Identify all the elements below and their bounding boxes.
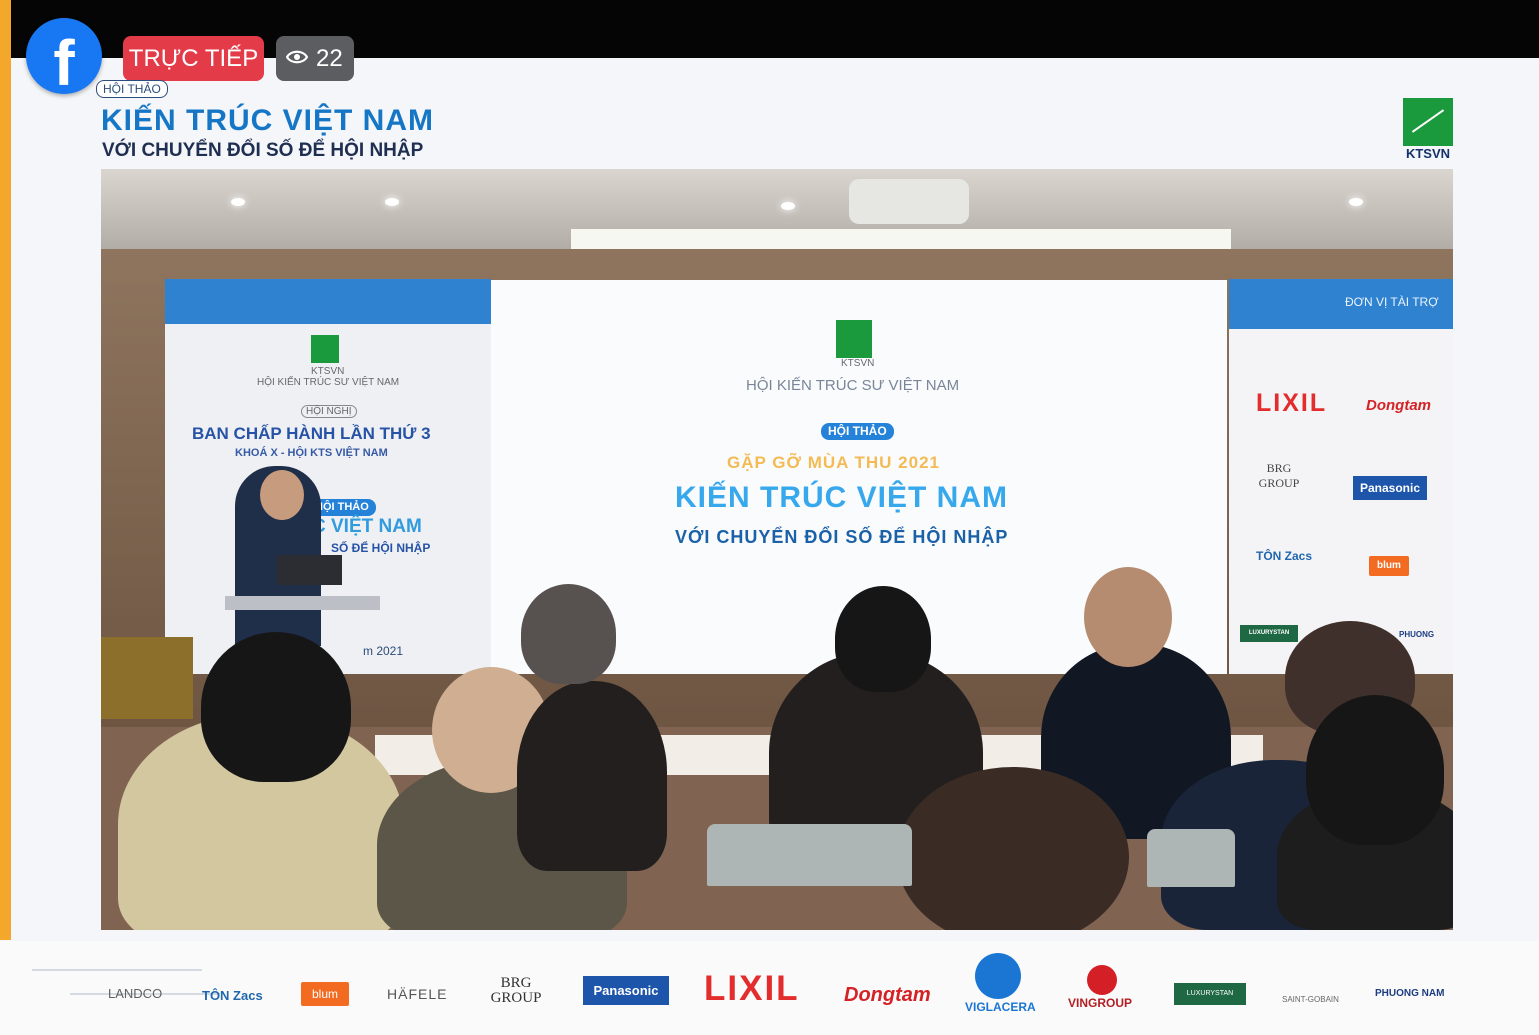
screen-year-title: GẶP GỠ MÙA THU 2021: [727, 453, 940, 472]
ceiling-light: [1349, 198, 1363, 206]
audience-hair: [201, 632, 351, 782]
banner-tag: HỘI NGHỊ: [301, 405, 357, 418]
brg-group-logo: BRG GROUP: [490, 975, 542, 1006]
blum-logo: blum: [301, 982, 349, 1006]
viglacera-logo: VIGLACERA: [965, 1000, 1036, 1014]
screen-logo-icon: [836, 320, 872, 358]
ktsvn-logo: KTSVN: [1403, 98, 1453, 161]
banner-subtitle: KHOÁ X - HỘI KTS VIỆT NAM: [235, 447, 388, 459]
sponsor-header: ĐƠN VỊ TÀI TRỢ: [1345, 295, 1439, 309]
brg-sponsor: BRG GROUP: [1258, 461, 1300, 490]
screen-org: HỘI KIẾN TRÚC SƯ VIỆT NAM: [746, 377, 960, 394]
ton-zacs-sponsor: TÔN Zacs: [1256, 549, 1313, 563]
dongtam-sponsor: Dongtam: [1366, 397, 1431, 414]
audience-hair: [1306, 695, 1444, 845]
event-title: KIẾN TRÚC VIỆT NAM: [101, 104, 434, 137]
projector: [849, 179, 969, 224]
banner-logo-text: KTSVN: [311, 366, 345, 377]
audience-member: [517, 681, 667, 871]
viewer-count-badge: 22: [276, 36, 354, 81]
viewer-count: 22: [316, 45, 343, 72]
screen-subtitle: VỚI CHUYỂN ĐỔI SỐ ĐỂ HỘI NHẬP: [675, 527, 1009, 547]
lixil-logo: LIXIL: [704, 969, 800, 1008]
banner-event-title: C VIỆT NAM: [312, 516, 422, 537]
left-stage-banner: KTSVN HỘI KIẾN TRÚC SƯ VIỆT NAM HỘI NGHỊ…: [165, 279, 491, 674]
right-stage-banner: ĐƠN VỊ TÀI TRỢ LIXIL Dongtam BRG GROUP P…: [1229, 279, 1453, 674]
ktsvn-logo-icon: [1403, 98, 1453, 146]
viglacera-logo-icon: [975, 953, 1021, 999]
lixil-sponsor: LIXIL: [1256, 389, 1328, 417]
chair: [707, 824, 912, 886]
screen-tag: HỘI THẢO: [821, 423, 894, 440]
podium-top: [225, 596, 380, 610]
orange-left-edge: [0, 0, 11, 940]
screen-logo-text: KTSVN: [841, 358, 875, 369]
conference-video[interactable]: KTSVN HỘI KIẾN TRÚC SƯ VIỆT NAM HỘI NGHỊ…: [101, 169, 1453, 930]
banner-date: m 2021: [363, 644, 404, 658]
banner-event-subtitle: SỐ ĐỂ HỘI NHẬP: [331, 541, 431, 555]
live-badge: TRỰC TIẾP: [123, 36, 264, 81]
dongtam-logo: Dongtam: [844, 984, 931, 1006]
audience-hair: [835, 586, 931, 692]
vingroup-logo: VINGROUP: [1068, 996, 1133, 1010]
luxurystan-logo: LUXURYSTAN: [1174, 983, 1246, 1005]
ktsvn-logo-text: KTSVN: [1405, 146, 1451, 161]
banner-org: HỘI KIẾN TRÚC SƯ VIỆT NAM: [257, 377, 400, 388]
landco-logo: LANDCO: [108, 986, 163, 1001]
speaker-head: [260, 470, 304, 520]
flower-arrangement: [101, 637, 193, 719]
panasonic-logo: Panasonic: [583, 976, 669, 1005]
decorative-line: [32, 969, 202, 971]
phuong-nam-logo: PHUONG NAM: [1375, 988, 1445, 999]
hafele-logo: HÄFELE: [387, 986, 448, 1002]
vingroup-logo-icon: [1087, 965, 1117, 995]
luxurystan-sponsor: LUXURYSTAN: [1240, 625, 1298, 642]
banner-logo-icon: [311, 335, 339, 363]
banner-title: BAN CHẤP HÀNH LẦN THỨ 3: [192, 424, 431, 443]
chair: [1147, 829, 1235, 887]
ceiling-light: [385, 198, 399, 206]
facebook-logo-icon[interactable]: f: [26, 18, 102, 94]
phuong-sponsor: PHUONG: [1399, 630, 1435, 639]
laptop: [277, 555, 342, 585]
ton-zacs-logo: TÔN Zacs: [202, 988, 263, 1003]
saint-gobain-logo: SAINT-GOBAIN: [1282, 995, 1339, 1004]
ceiling-light: [231, 198, 245, 206]
eye-icon: [286, 50, 308, 64]
ceiling-light: [781, 202, 795, 210]
panasonic-sponsor: Panasonic: [1353, 476, 1427, 500]
event-subtitle: VỚI CHUYỂN ĐỔI SỐ ĐỂ HỘI NHẬP: [102, 140, 424, 161]
livestream-frame: f TRỰC TIẾP 22 HỘI THẢO KIẾN TRÚC VIỆT N…: [0, 0, 1539, 1035]
audience-hair: [521, 584, 616, 684]
event-tag: HỘI THẢO: [96, 80, 168, 98]
audience-head: [1084, 567, 1172, 667]
screen-title: KIẾN TRÚC VIỆT NAM: [675, 481, 1008, 514]
blum-sponsor: blum: [1369, 556, 1409, 576]
